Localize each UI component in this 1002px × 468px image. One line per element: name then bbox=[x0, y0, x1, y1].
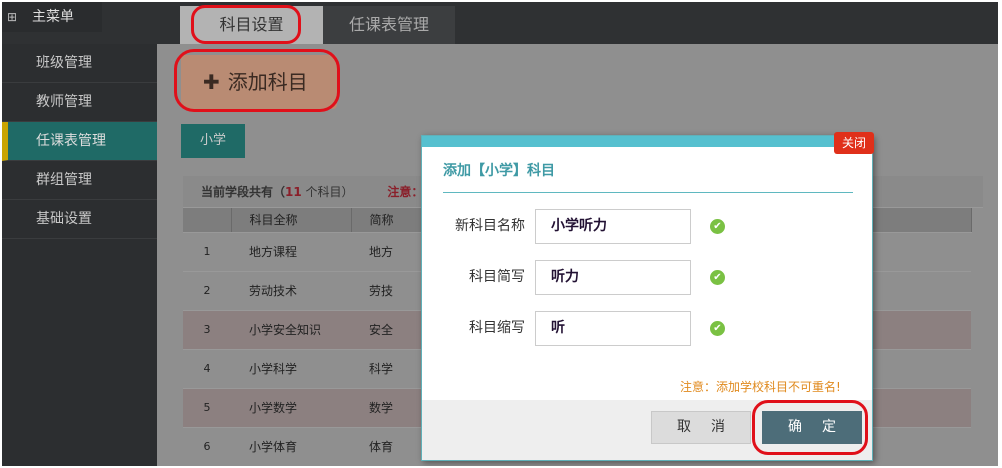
field-label-abbr: 科目缩写 bbox=[469, 320, 525, 336]
dialog-title: 添加【小学】科目 bbox=[443, 163, 555, 179]
row-full-name: 劳动技术 bbox=[231, 271, 351, 311]
sidebar-item-group[interactable]: 群组管理 bbox=[2, 161, 157, 200]
row-index: 4 bbox=[183, 349, 231, 389]
subject-short-input[interactable]: 听力 bbox=[535, 260, 691, 295]
row-index: 1 bbox=[183, 232, 231, 272]
row-full-name: 小学数学 bbox=[231, 388, 351, 428]
row-full-name: 地方课程 bbox=[231, 232, 351, 272]
main-menu-label: 主菜单 bbox=[32, 9, 74, 25]
stage-tab-primary[interactable]: 小学 bbox=[181, 124, 245, 158]
annotation-ring-add bbox=[174, 49, 340, 112]
cancel-button[interactable]: 取消 bbox=[651, 411, 751, 444]
close-button[interactable]: 关闭 bbox=[834, 132, 874, 154]
row-index: 2 bbox=[183, 271, 231, 311]
summary-suffix: 个科目） bbox=[301, 185, 354, 199]
subject-count: 11 bbox=[285, 185, 302, 199]
row-full-name: 小学科学 bbox=[231, 349, 351, 389]
subject-name-input[interactable]: 小学听力 bbox=[535, 209, 691, 244]
main-menu-header[interactable]: ⊞ 主菜单 bbox=[2, 2, 102, 32]
row-index: 5 bbox=[183, 388, 231, 428]
sidebar-item-class[interactable]: 班级管理 bbox=[2, 44, 157, 83]
check-icon: ✔ bbox=[710, 219, 725, 234]
subject-abbr-input[interactable]: 听 bbox=[535, 311, 691, 346]
row-full-name: 小学安全知识 bbox=[231, 310, 351, 350]
check-icon: ✔ bbox=[710, 321, 725, 336]
summary-prefix: 当前学段共有（ bbox=[201, 185, 286, 199]
annotation-ring-tab bbox=[191, 5, 301, 44]
col-index bbox=[183, 208, 232, 233]
sidebar-item-schedule[interactable]: 任课表管理 bbox=[2, 122, 157, 161]
col-full-name: 科目全称 bbox=[231, 208, 352, 233]
field-label-name: 新科目名称 bbox=[455, 218, 525, 234]
field-label-short: 科目简写 bbox=[469, 269, 525, 285]
dialog-note: 注意：添加学校科目不可重名! bbox=[680, 380, 841, 394]
dialog-top-bar bbox=[422, 136, 872, 147]
tab-schedule-management[interactable]: 任课表管理 bbox=[323, 6, 455, 44]
app-screen: 科目设置 任课表管理 ⊞ 主菜单 班级管理 教师管理 任课表管理 群组管理 基础… bbox=[2, 2, 998, 466]
sidebar-item-teacher[interactable]: 教师管理 bbox=[2, 83, 157, 122]
annotation-ring-confirm bbox=[752, 400, 868, 455]
tree-icon: ⊞ bbox=[7, 10, 18, 24]
divider bbox=[443, 192, 853, 193]
sidebar: 班级管理 教师管理 任课表管理 群组管理 基础设置 bbox=[2, 44, 157, 466]
row-index: 6 bbox=[183, 427, 231, 466]
sidebar-item-basic-settings[interactable]: 基础设置 bbox=[2, 200, 157, 239]
row-full-name: 小学体育 bbox=[231, 427, 351, 466]
check-icon: ✔ bbox=[710, 270, 725, 285]
top-bar: 科目设置 任课表管理 bbox=[2, 2, 998, 44]
row-index: 3 bbox=[183, 310, 231, 350]
